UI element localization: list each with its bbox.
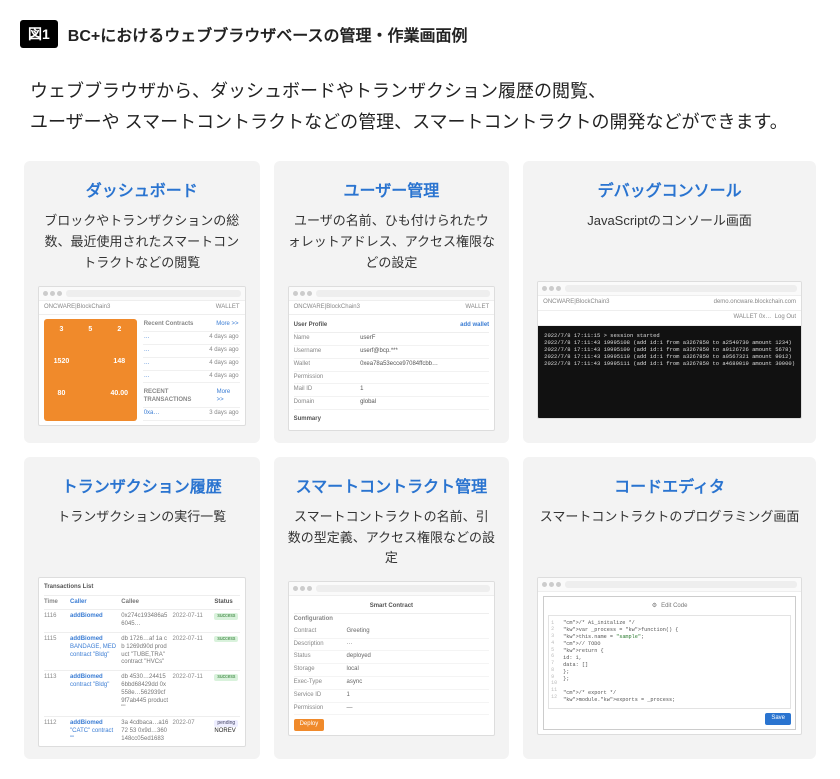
- profile-row: Domainglobal: [294, 397, 490, 410]
- browser-chrome: [39, 287, 245, 301]
- table-row: 1113addBiomedcontract "Bldg"db 4530…2441…: [44, 670, 240, 716]
- card-description: JavaScriptのコンソール画面: [587, 211, 752, 269]
- thumb-wallet: WALLET: [216, 304, 240, 312]
- card-title: トランザクション履歴: [62, 473, 222, 497]
- intro-line-2: ユーザーや スマートコントラクトなどの管理、スマートコントラクトの開発などができ…: [30, 107, 810, 138]
- profile-row: Wallet0xea78a53ecce97084ffcbb…: [294, 359, 490, 372]
- table-row: 1115addBiomedBANDAGE, MED contract "Bldg…: [44, 632, 240, 670]
- figure-header: 図1 BC+におけるウェブブラウザベースの管理・作業画面例: [20, 20, 820, 48]
- deploy-button[interactable]: Deploy: [294, 719, 325, 731]
- save-button[interactable]: Save: [765, 713, 791, 725]
- config-row: Permission—: [294, 703, 490, 716]
- card-title: デバッグコンソール: [598, 177, 742, 201]
- card-title: コードエディタ: [614, 473, 725, 497]
- config-row: Storagelocal: [294, 664, 490, 677]
- table-row: 1112addBiomed"CATC" contract ""3a 4cdbac…: [44, 716, 240, 746]
- thumbnail-editor: ⚙Edit Code "cm">/* A1_initalize */"kw">v…: [537, 577, 802, 735]
- card-debug-console: デバッグコンソール JavaScriptのコンソール画面 ONCWARE|Blo…: [523, 161, 816, 443]
- profile-row: NameuserF: [294, 333, 490, 346]
- card-description: ブロックやトランザクションの総数、最近使用されたスマートコントラクトなどの閲覧: [38, 211, 246, 273]
- figure-caption: BC+におけるウェブブラウザベースの管理・作業画面例: [68, 22, 468, 46]
- card-description: トランザクションの実行一覧: [57, 507, 226, 565]
- card-title: ユーザー管理: [344, 177, 440, 201]
- config-row: Description···: [294, 639, 490, 652]
- card-smart-contract: スマートコントラクト管理 スマートコントラクトの名前、引数の型定義、アクセス権限…: [274, 457, 510, 759]
- intro-line-1: ウェブブラウザから、ダッシュボードやトランザクション履歴の閲覧、: [30, 76, 810, 107]
- card-dashboard: ダッシュボード ブロックやトランザクションの総数、最近使用されたスマートコントラ…: [24, 161, 260, 443]
- thumbnail-users: ONCWARE|BlockChain3WALLET User Profilead…: [288, 286, 496, 431]
- config-row: Exec-Typeasync: [294, 677, 490, 690]
- intro-text: ウェブブラウザから、ダッシュボードやトランザクション履歴の閲覧、 ユーザーや ス…: [30, 76, 810, 137]
- card-description: スマートコントラクトの名前、引数の型定義、アクセス権限などの設定: [288, 507, 496, 569]
- card-title: スマートコントラクト管理: [296, 473, 488, 497]
- cards-grid: ダッシュボード ブロックやトランザクションの総数、最近使用されたスマートコントラ…: [20, 161, 820, 759]
- table-row: 1116addBiomed0x274c193486a56045…2022-07-…: [44, 609, 240, 632]
- thumb-brand: ONCWARE|BlockChain3: [44, 304, 110, 312]
- profile-row: Permission: [294, 372, 490, 385]
- profile-row: Mail ID1: [294, 384, 490, 397]
- config-row: Statusdeployed: [294, 651, 490, 664]
- config-row: ContractGreeting: [294, 626, 490, 639]
- thumbnail-dashboard: ONCWARE|BlockChain3 WALLET 3 5 2 1520 14…: [38, 286, 246, 426]
- thumbnail-debug: ONCWARE|BlockChain3demo.oncware.blockcha…: [537, 281, 802, 419]
- thumbnail-smart-contract: Smart Contract Configuration ContractGre…: [288, 581, 496, 736]
- console-output: 2022/7/8 17:11:15 > session started2022/…: [538, 326, 801, 418]
- config-row: Service ID1: [294, 690, 490, 703]
- card-code-editor: コードエディタ スマートコントラクトのプログラミング画面 ⚙Edit Code …: [523, 457, 816, 759]
- card-description: ユーザの名前、ひも付けられたウォレットアドレス、アクセス権限などの設定: [288, 211, 496, 273]
- thumbnail-transactions: Transactions List Time Caller Callee Sta…: [38, 577, 246, 747]
- card-user-management: ユーザー管理 ユーザの名前、ひも付けられたウォレットアドレス、アクセス権限などの…: [274, 161, 510, 443]
- dashboard-stats-panel: 3 5 2 1520 148 80 40.00: [44, 319, 137, 420]
- code-area[interactable]: "cm">/* A1_initalize */"kw">var _process…: [548, 615, 791, 709]
- profile-row: Usernameuserf@bcp.***: [294, 346, 490, 359]
- card-description: スマートコントラクトのプログラミング画面: [540, 507, 800, 565]
- figure-number-badge: 図1: [20, 20, 58, 48]
- card-title: ダッシュボード: [86, 177, 198, 201]
- card-transactions: トランザクション履歴 トランザクションの実行一覧 Transactions Li…: [24, 457, 260, 759]
